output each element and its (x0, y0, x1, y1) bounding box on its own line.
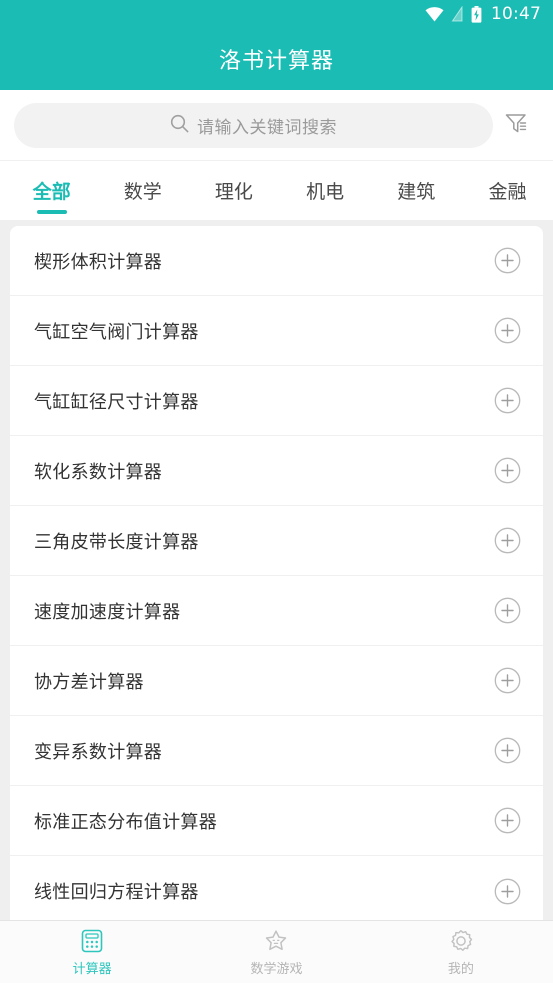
add-button[interactable] (493, 597, 521, 625)
nav-label: 计算器 (72, 961, 112, 977)
calculator-list: 楔形体积计算器 气缸空气阀门计算器 气缸缸径尺寸计算器 软化系数计算器 三角皮带… (10, 226, 543, 920)
tab-label: 全部 (32, 181, 71, 203)
add-button[interactable] (493, 247, 521, 275)
star-face-icon (263, 928, 289, 954)
add-button[interactable] (493, 457, 521, 485)
search-placeholder: 请输入关键词搜索 (197, 117, 337, 138)
list-item[interactable]: 软化系数计算器 (10, 436, 543, 506)
list-item[interactable]: 气缸缸径尺寸计算器 (10, 366, 543, 436)
calculator-name: 气缸空气阀门计算器 (34, 321, 199, 343)
tab-label: 理化 (214, 181, 253, 203)
tab-label: 建筑 (397, 181, 436, 203)
list-item[interactable]: 标准正态分布值计算器 (10, 786, 543, 856)
search-icon (170, 114, 189, 137)
calculator-name: 楔形体积计算器 (34, 251, 163, 273)
signal-icon (451, 6, 464, 22)
tab-label: 金融 (488, 181, 527, 203)
gear-icon (448, 928, 474, 954)
add-button[interactable] (493, 317, 521, 345)
app-title-bar: 洛书计算器 (0, 28, 553, 90)
nav-item-math-games[interactable]: 数学游戏 (184, 921, 368, 983)
app-screen: 10:47 洛书计算器 请输入关键词搜索 全部 数学 理化 机电 建筑 金融 楔… (0, 0, 553, 983)
tab-construction[interactable]: 建筑 (371, 161, 462, 220)
calculator-name: 软化系数计算器 (34, 461, 163, 483)
list-item[interactable]: 三角皮带长度计算器 (10, 506, 543, 576)
add-button[interactable] (493, 737, 521, 765)
page-title: 洛书计算器 (218, 49, 334, 74)
calculator-name: 线性回归方程计算器 (34, 882, 199, 903)
list-item[interactable]: 气缸空气阀门计算器 (10, 296, 543, 366)
status-time: 10:47 (491, 3, 541, 24)
nav-label: 我的 (447, 961, 474, 977)
list-item[interactable]: 线性回归方程计算器 (10, 856, 543, 920)
tab-all[interactable]: 全部 (6, 161, 97, 220)
add-button[interactable] (493, 807, 521, 835)
nav-item-calculator[interactable]: 计算器 (0, 921, 184, 983)
battery-charging-icon (471, 5, 482, 23)
filter-icon (503, 110, 529, 140)
search-input[interactable]: 请输入关键词搜索 (14, 102, 493, 148)
tab-finance[interactable]: 金融 (462, 161, 553, 220)
category-tabs: 全部 数学 理化 机电 建筑 金融 (0, 160, 553, 220)
calculator-list-scroll[interactable]: 楔形体积计算器 气缸空气阀门计算器 气缸缸径尺寸计算器 软化系数计算器 三角皮带… (0, 220, 553, 920)
tab-physics-chemistry[interactable]: 理化 (188, 161, 279, 220)
add-button[interactable] (493, 527, 521, 555)
calculator-name: 协方差计算器 (34, 671, 144, 693)
calculator-name: 变异系数计算器 (34, 741, 163, 763)
wifi-icon (425, 6, 444, 22)
nav-item-mine[interactable]: 我的 (369, 921, 553, 983)
calculator-name: 速度加速度计算器 (34, 601, 181, 623)
tab-math[interactable]: 数学 (97, 161, 188, 220)
tab-label: 数学 (123, 181, 162, 203)
add-button[interactable] (493, 667, 521, 695)
calculator-icon (79, 928, 105, 954)
calculator-name: 三角皮带长度计算器 (34, 531, 199, 553)
bottom-navigation: 计算器 数学游戏 我的 (0, 920, 553, 983)
tab-electromechanical[interactable]: 机电 (280, 161, 371, 220)
status-bar: 10:47 (0, 0, 553, 28)
list-item[interactable]: 速度加速度计算器 (10, 576, 543, 646)
search-row: 请输入关键词搜索 (0, 90, 553, 160)
calculator-name: 标准正态分布值计算器 (34, 811, 217, 833)
list-item[interactable]: 协方差计算器 (10, 646, 543, 716)
list-item[interactable]: 楔形体积计算器 (10, 226, 543, 296)
add-button[interactable] (493, 877, 521, 905)
list-item[interactable]: 变异系数计算器 (10, 716, 543, 786)
tab-label: 机电 (306, 181, 345, 203)
nav-label: 数学游戏 (250, 961, 303, 977)
add-button[interactable] (493, 387, 521, 415)
filter-button[interactable] (493, 103, 539, 148)
calculator-name: 气缸缸径尺寸计算器 (34, 391, 199, 413)
